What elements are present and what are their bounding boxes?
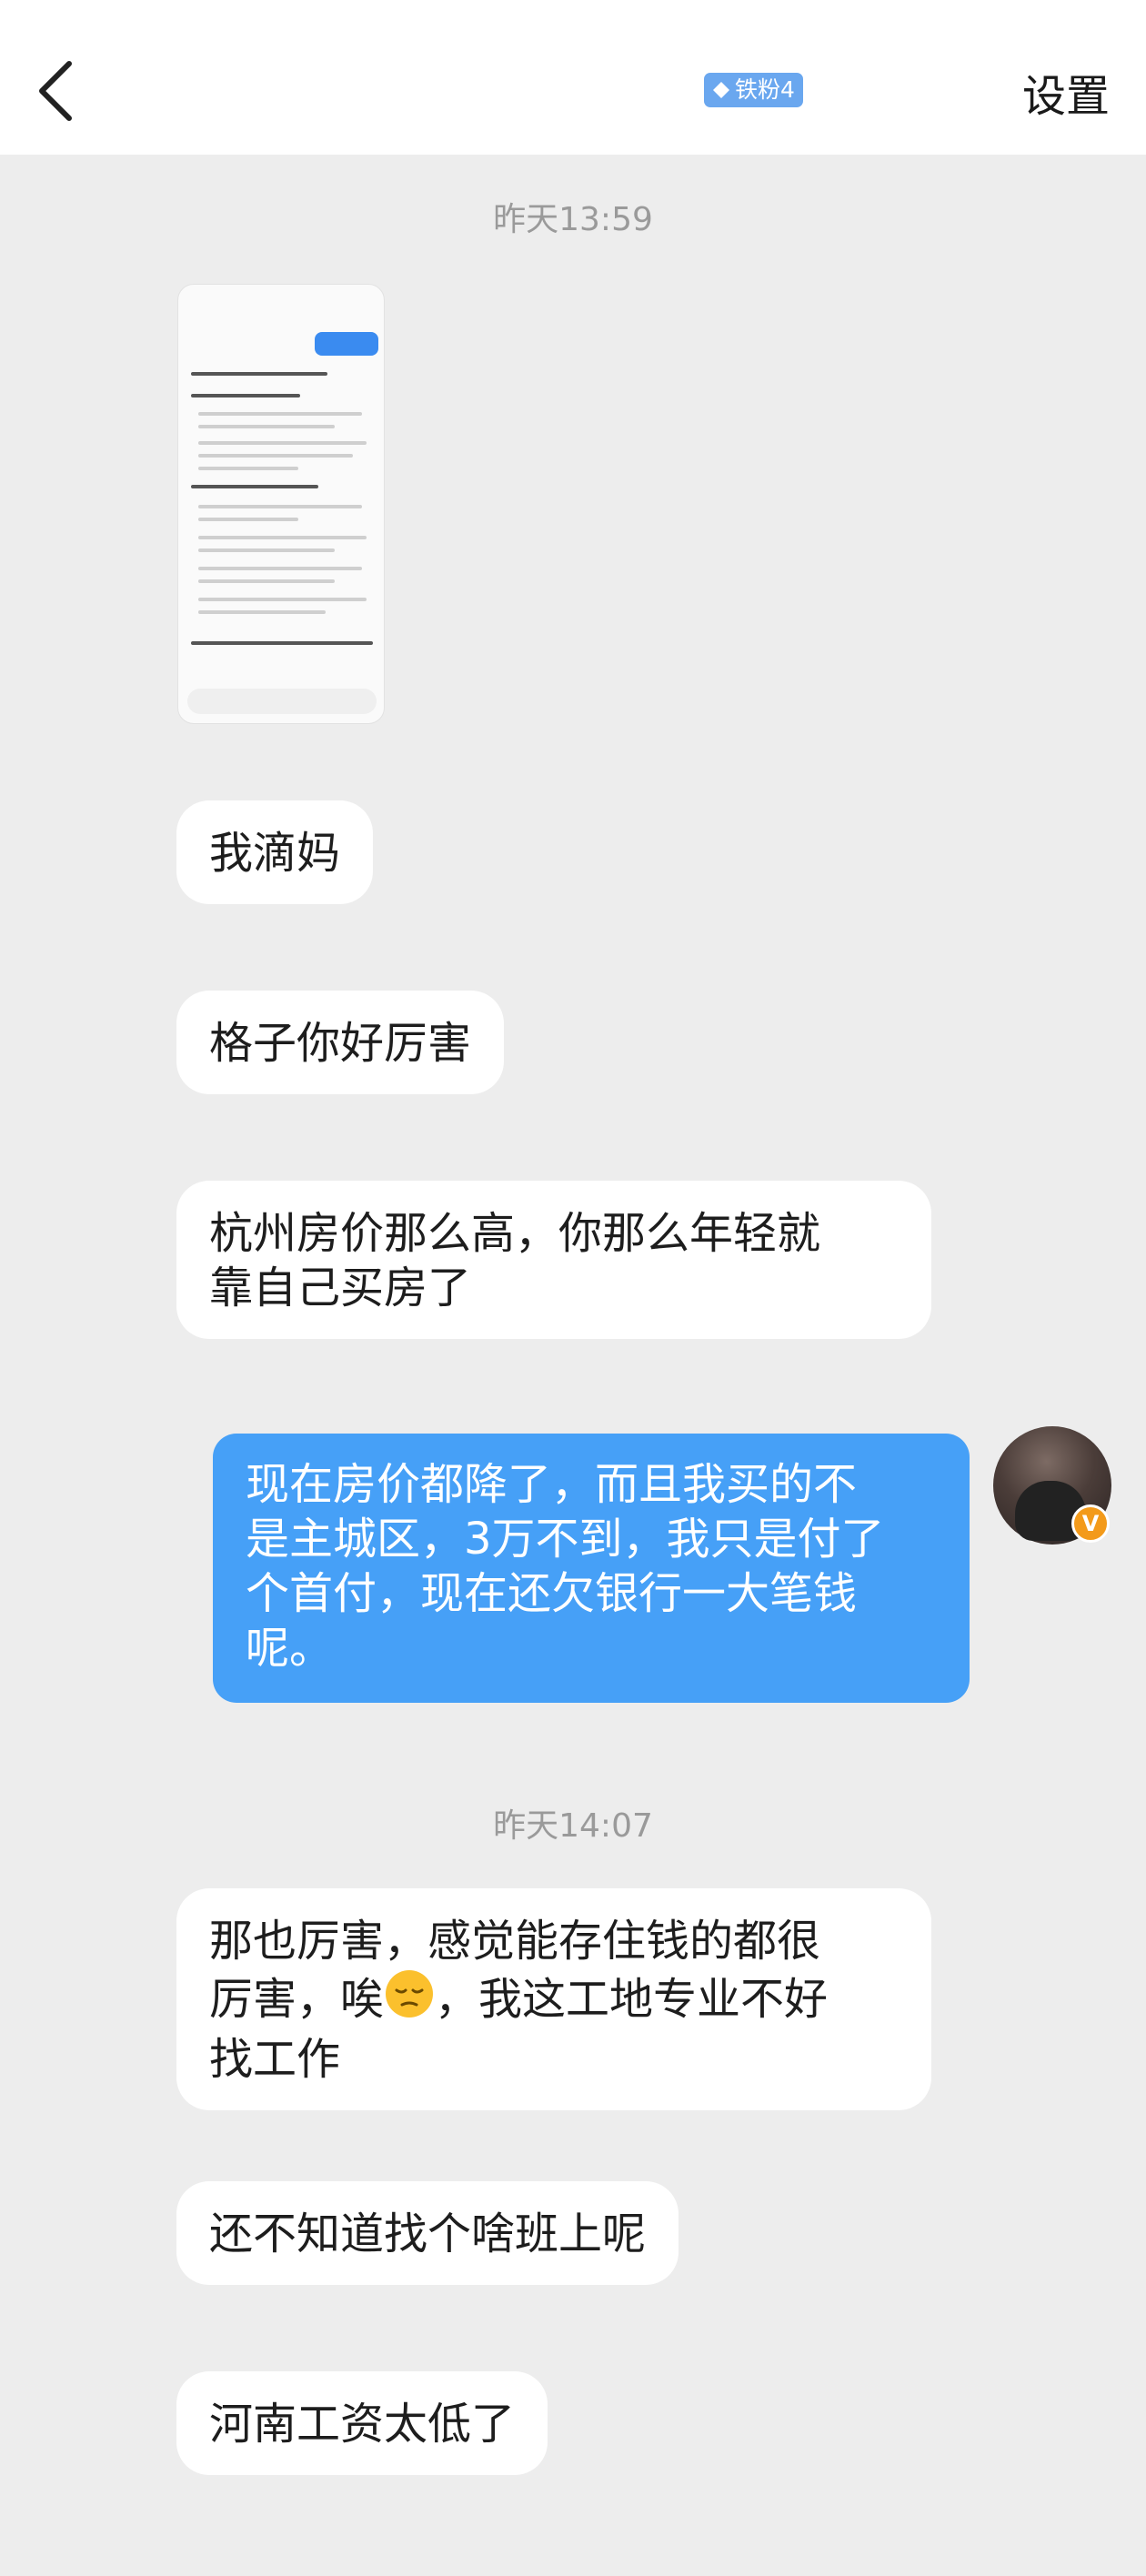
incoming-message[interactable]: 杭州房价那么高，你那么年轻就 靠自己买房了 (176, 1181, 931, 1339)
image-message[interactable] (177, 284, 385, 724)
incoming-message[interactable]: 那也厉害，感觉能存住钱的都很 厉害，唉 ，我这工地专业不好 找工作 (176, 1888, 931, 2110)
verified-icon: V (1071, 1504, 1110, 1543)
thumbnail-pill (315, 332, 378, 356)
outgoing-message[interactable]: 现在房价都降了，而且我买的不 是主城区，3万不到，我只是付了 个首付，现在还欠银… (213, 1434, 970, 1703)
timestamp: 昨天14:07 (493, 1807, 653, 1845)
incoming-message[interactable]: 还不知道找个啥班上呢 (176, 2181, 679, 2285)
fan-level-label: 铁粉4 (735, 76, 795, 103)
incoming-message[interactable]: 格子你好厉害 (176, 991, 505, 1094)
incoming-message[interactable]: 河南工资太低了 (176, 2371, 548, 2475)
top-bar: 铁粉4 设置 (0, 0, 1146, 155)
back-button[interactable] (35, 56, 89, 129)
diamond-icon (713, 82, 729, 98)
incoming-message[interactable]: 我滴妈 (176, 800, 374, 904)
timestamp: 昨天13:59 (493, 201, 653, 238)
thumbnail-input-bar (187, 689, 377, 714)
avatar[interactable]: V (993, 1426, 1111, 1545)
chevron-left-icon (39, 61, 72, 121)
settings-button[interactable]: 设置 (1022, 60, 1110, 124)
pensive-face-icon (384, 1968, 435, 2032)
fan-level-badge: 铁粉4 (704, 73, 803, 107)
